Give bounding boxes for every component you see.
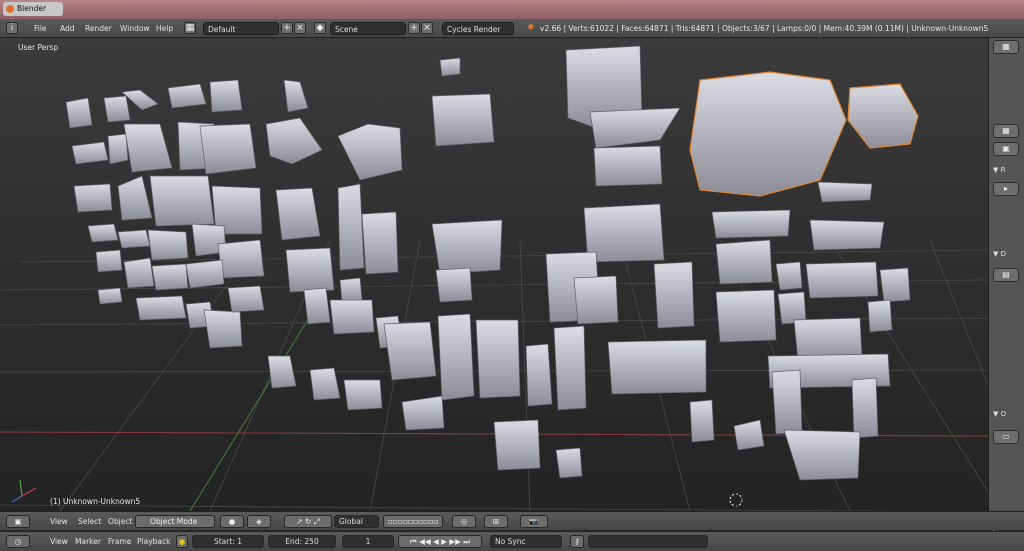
output-folder-icon[interactable]: ▭	[993, 430, 1019, 444]
screen-layout-icon[interactable]: ▦	[184, 22, 196, 34]
viewport-shading-icon[interactable]: ●	[220, 515, 244, 528]
snap-icon[interactable]: ⊞	[484, 515, 508, 528]
editor-type-3dview-icon[interactable]: ▣	[6, 515, 30, 528]
info-header: i File Add Render Window Help ▦ Default …	[0, 19, 1024, 38]
menu-add[interactable]: Add	[60, 22, 75, 35]
menu-object[interactable]: Object	[108, 515, 132, 528]
panel-dimensions-toggle[interactable]: ▼ D	[993, 250, 1006, 258]
orientation-select[interactable]: Global	[334, 515, 379, 528]
area-split-icon[interactable]: ▦	[993, 40, 1019, 54]
view-label: User Persp	[18, 43, 59, 52]
start-frame-field[interactable]: Start: 1	[192, 535, 264, 548]
scene-icon[interactable]: ◆	[314, 22, 326, 34]
menu-file[interactable]: File	[34, 22, 47, 35]
resolution-field[interactable]: ▤	[993, 268, 1019, 282]
window-titlebar: Blender	[0, 0, 1024, 19]
editor-type-info-icon[interactable]: i	[6, 22, 18, 34]
scene-select[interactable]: Scene	[330, 22, 406, 35]
3d-viewport[interactable]: User Persp (1) Unknown-Unknown5	[0, 38, 988, 511]
render-engine-select[interactable]: Cycles Render	[442, 22, 514, 35]
add-layout-icon[interactable]: +	[281, 22, 293, 34]
pivot-point-icon[interactable]: ◈	[247, 515, 271, 528]
panel-output-toggle[interactable]: ▼ O	[993, 410, 1006, 418]
end-frame-field[interactable]: End: 250	[268, 535, 336, 548]
properties-shelf: ▦ ▦ ▣ ▼ R ▸ ▼ D ▤ ▼ O ▭ ▶ S	[988, 38, 1024, 532]
selected-objects	[689, 71, 919, 197]
menu-frame[interactable]: Frame	[108, 535, 131, 548]
sync-mode-select[interactable]: No Sync	[490, 535, 562, 548]
layout-select[interactable]: Default	[203, 22, 279, 35]
proportional-edit-icon[interactable]: ◎	[452, 515, 476, 528]
add-scene-icon[interactable]: +	[408, 22, 420, 34]
menu-view[interactable]: View	[50, 515, 68, 528]
viewport-scene	[0, 45, 988, 511]
3d-view-header: ▣ View Select Object Object Mode ● ◈ ↗ ↻…	[0, 511, 1024, 530]
mode-select[interactable]: Object Mode	[135, 515, 215, 528]
3d-cursor-icon	[728, 492, 744, 508]
editor-type-timeline-icon[interactable]: ◷	[6, 535, 30, 548]
scene-stats: v2.66 | Verts:61022 | Faces:64871 | Tris…	[540, 24, 989, 33]
menu-window[interactable]: Window	[120, 22, 150, 35]
remove-scene-icon[interactable]: ×	[421, 22, 433, 34]
keying-set-field[interactable]	[588, 535, 708, 548]
keying-set-icon[interactable]: ⚷	[570, 535, 584, 548]
manipulator-icons[interactable]: ↗ ↻ ⤢	[284, 515, 332, 528]
current-frame-field[interactable]: 1	[342, 535, 394, 548]
playback-controls[interactable]: ⏮ ◀◀ ◀ ▶ ▶▶ ⏭	[398, 535, 482, 548]
timeline-header: ◷ View Marker Frame Playback ● Start: 1 …	[0, 531, 1024, 551]
menu-help[interactable]: Help	[156, 22, 173, 35]
window-title[interactable]: Blender	[3, 2, 63, 16]
remove-layout-icon[interactable]: ×	[294, 22, 306, 34]
layer-buttons[interactable]: ▫▫▫▫▫▫▫▫▫▫	[383, 515, 443, 528]
record-keyframe-icon[interactable]: ●	[176, 535, 188, 548]
axis-gizmo-icon	[11, 479, 37, 503]
menu-render[interactable]: Render	[85, 22, 112, 35]
render-still-button[interactable]: ▸	[993, 182, 1019, 196]
active-object-label: (1) Unknown-Unknown5	[50, 497, 141, 506]
properties-editor-icon[interactable]: ▦	[993, 124, 1019, 138]
menu-marker[interactable]: Marker	[75, 535, 101, 548]
menu-view-timeline[interactable]: View	[50, 535, 68, 548]
blender-logo-icon: ✹	[527, 23, 535, 33]
render-tab-icon[interactable]: ▣	[993, 142, 1019, 156]
panel-render-toggle[interactable]: ▼ R	[993, 166, 1005, 174]
menu-playback[interactable]: Playback	[137, 535, 170, 548]
menu-select[interactable]: Select	[78, 515, 101, 528]
opengl-render-icon[interactable]: 📷	[520, 515, 548, 528]
